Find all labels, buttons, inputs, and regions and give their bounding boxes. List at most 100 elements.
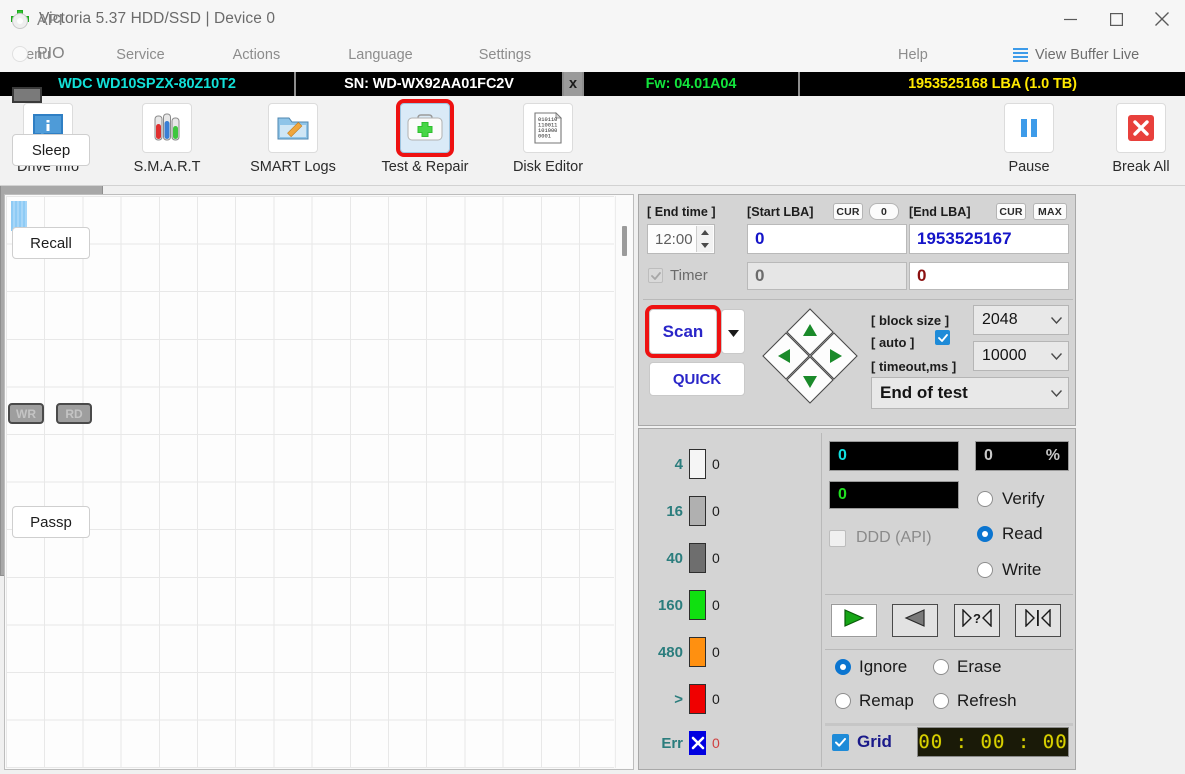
action-option-refresh[interactable]: Refresh <box>933 691 1017 711</box>
rewind-icon <box>904 609 926 632</box>
start-lba-zero-button[interactable]: 0 <box>869 203 899 220</box>
skip-start-button[interactable] <box>1015 604 1061 637</box>
legend-row: 480 0 <box>647 637 720 667</box>
quick-button[interactable]: QUICK <box>649 362 745 396</box>
rewind-button[interactable] <box>892 604 938 637</box>
scan-grid-canvas[interactable] <box>6 196 614 768</box>
first-aid-kit-icon <box>396 99 454 157</box>
svg-text:0001: 0001 <box>538 134 551 140</box>
ddd-api-checkbox[interactable] <box>829 529 846 547</box>
passp-button[interactable]: Passp <box>12 506 90 538</box>
timer-label: Timer <box>670 267 708 284</box>
action-option-remap[interactable]: Remap <box>835 691 914 711</box>
sidebar-pio-option[interactable]: PIO <box>12 45 65 63</box>
timeout-select[interactable]: 10000 <box>973 341 1069 371</box>
menu-item-settings[interactable]: Settings <box>473 47 537 63</box>
grid-scrollbar-thumb[interactable] <box>622 226 627 256</box>
grid-scrollbar[interactable] <box>615 196 632 768</box>
menu-item-actions[interactable]: Actions <box>227 47 287 63</box>
minimize-icon[interactable] <box>1047 0 1093 38</box>
grid-checkbox[interactable] <box>832 733 849 751</box>
end-lba-label: [End LBA] <box>909 205 971 219</box>
legend-threshold: Err <box>661 734 683 752</box>
toolbar-disk-editor[interactable]: 010110 110011 101000 0001 Disk Editor <box>500 103 596 181</box>
blocks-display: 0 <box>829 481 959 509</box>
close-drive-button[interactable]: x <box>564 72 584 96</box>
toolbar-pause[interactable]: Pause <box>981 103 1077 181</box>
end-time-spinner[interactable]: 12:00 <box>647 224 715 254</box>
panel-divider <box>825 594 1073 595</box>
spinner-down-icon[interactable] <box>697 239 713 252</box>
view-buffer-live-button[interactable]: View Buffer Live <box>1013 47 1139 63</box>
end-of-test-select[interactable]: End of test <box>871 377 1069 409</box>
verify-radio[interactable] <box>977 491 993 507</box>
sidebar-api-option[interactable]: API <box>12 12 63 30</box>
toolbar-test-repair-label: Test & Repair <box>381 159 469 175</box>
ddd-api-row[interactable]: DDD (API) <box>829 529 932 547</box>
remap-radio[interactable] <box>835 693 851 709</box>
menu-item-language[interactable]: Language <box>342 47 419 63</box>
end-time-spinner-arrows[interactable] <box>696 226 713 252</box>
toolbar-smart[interactable]: S.M.A.R.T <box>119 103 215 181</box>
x-mark-icon <box>691 736 704 750</box>
spinner-up-icon[interactable] <box>697 226 713 239</box>
view-buffer-live-label: View Buffer Live <box>1035 47 1140 63</box>
mode-option-verify[interactable]: Verify <box>977 489 1045 509</box>
menu-item-service[interactable]: Service <box>110 47 170 63</box>
maximize-icon[interactable] <box>1093 0 1139 38</box>
rd-button[interactable]: RD <box>56 403 92 424</box>
ignore-radio[interactable] <box>835 659 851 675</box>
api-radio[interactable] <box>12 13 28 29</box>
toolbar-break-all[interactable]: Break All <box>1093 103 1185 181</box>
skip-start-icon <box>1023 608 1053 632</box>
menu-item-help[interactable]: Help <box>898 47 928 63</box>
toolbar-test-repair[interactable]: Test & Repair <box>377 99 473 181</box>
legend-row: 40 0 <box>647 543 720 573</box>
timer-checkbox-row[interactable]: Timer <box>648 267 708 284</box>
start-lba-input[interactable]: 0 <box>747 224 907 254</box>
legend-threshold: > <box>674 690 683 708</box>
timeout-label: [ timeout,ms ] <box>871 359 957 374</box>
svg-text:?: ? <box>973 611 981 626</box>
refresh-radio[interactable] <box>933 693 949 709</box>
step-question-button[interactable]: ? <box>954 604 1000 637</box>
grid-label: Grid <box>857 732 892 751</box>
end-lba-input[interactable]: 1953525167 <box>909 224 1069 254</box>
sleep-button[interactable]: Sleep <box>12 134 90 166</box>
scan-control-panel: [ End time ] [Start LBA] CUR 0 [End LBA]… <box>638 194 1076 426</box>
write-label: Write <box>1002 560 1042 579</box>
timer-checkbox[interactable] <box>648 268 663 283</box>
legend-count: 0 <box>712 644 720 660</box>
drive-info-bar: WDC WD10SPZX-80Z10T2 SN: WD-WX92AA01FC2V… <box>0 72 1185 96</box>
toolbar-break-all-label: Break All <box>1112 159 1170 175</box>
legend-row: > 0 <box>647 684 720 714</box>
block-size-select[interactable]: 2048 <box>973 305 1069 335</box>
legend-swatch <box>689 731 706 755</box>
end-lba-cur-button[interactable]: CUR <box>996 203 1026 220</box>
action-option-erase[interactable]: Erase <box>933 657 1001 677</box>
mode-option-read[interactable]: Read <box>977 524 1043 544</box>
toolbar-smart-logs[interactable]: SMART Logs <box>245 103 341 181</box>
close-icon[interactable] <box>1139 0 1185 38</box>
remap-label: Remap <box>859 691 914 710</box>
speed-display: 0 <box>829 441 959 471</box>
wr-button[interactable]: WR <box>8 403 44 424</box>
end-lba-max-button[interactable]: MAX <box>1033 203 1067 220</box>
mode-option-write[interactable]: Write <box>977 560 1041 580</box>
erase-radio[interactable] <box>933 659 949 675</box>
end-time-value: 12:00 <box>655 230 693 248</box>
pio-radio[interactable] <box>12 46 28 62</box>
recall-button[interactable]: Recall <box>12 227 90 259</box>
start-lba-cur-button[interactable]: CUR <box>833 203 863 220</box>
scan-dropdown-button[interactable] <box>721 309 745 354</box>
legend-swatch <box>689 684 706 714</box>
auto-checkbox[interactable] <box>935 330 950 345</box>
read-radio[interactable] <box>977 526 993 542</box>
end-lba-secondary[interactable]: 0 <box>909 262 1069 290</box>
grid-checkbox-row[interactable]: Grid <box>832 732 892 752</box>
action-option-ignore[interactable]: Ignore <box>835 657 907 677</box>
write-radio[interactable] <box>977 562 993 578</box>
scan-button[interactable]: Scan <box>645 305 721 358</box>
legend-count: 0 <box>712 691 720 707</box>
play-button[interactable] <box>830 603 878 638</box>
